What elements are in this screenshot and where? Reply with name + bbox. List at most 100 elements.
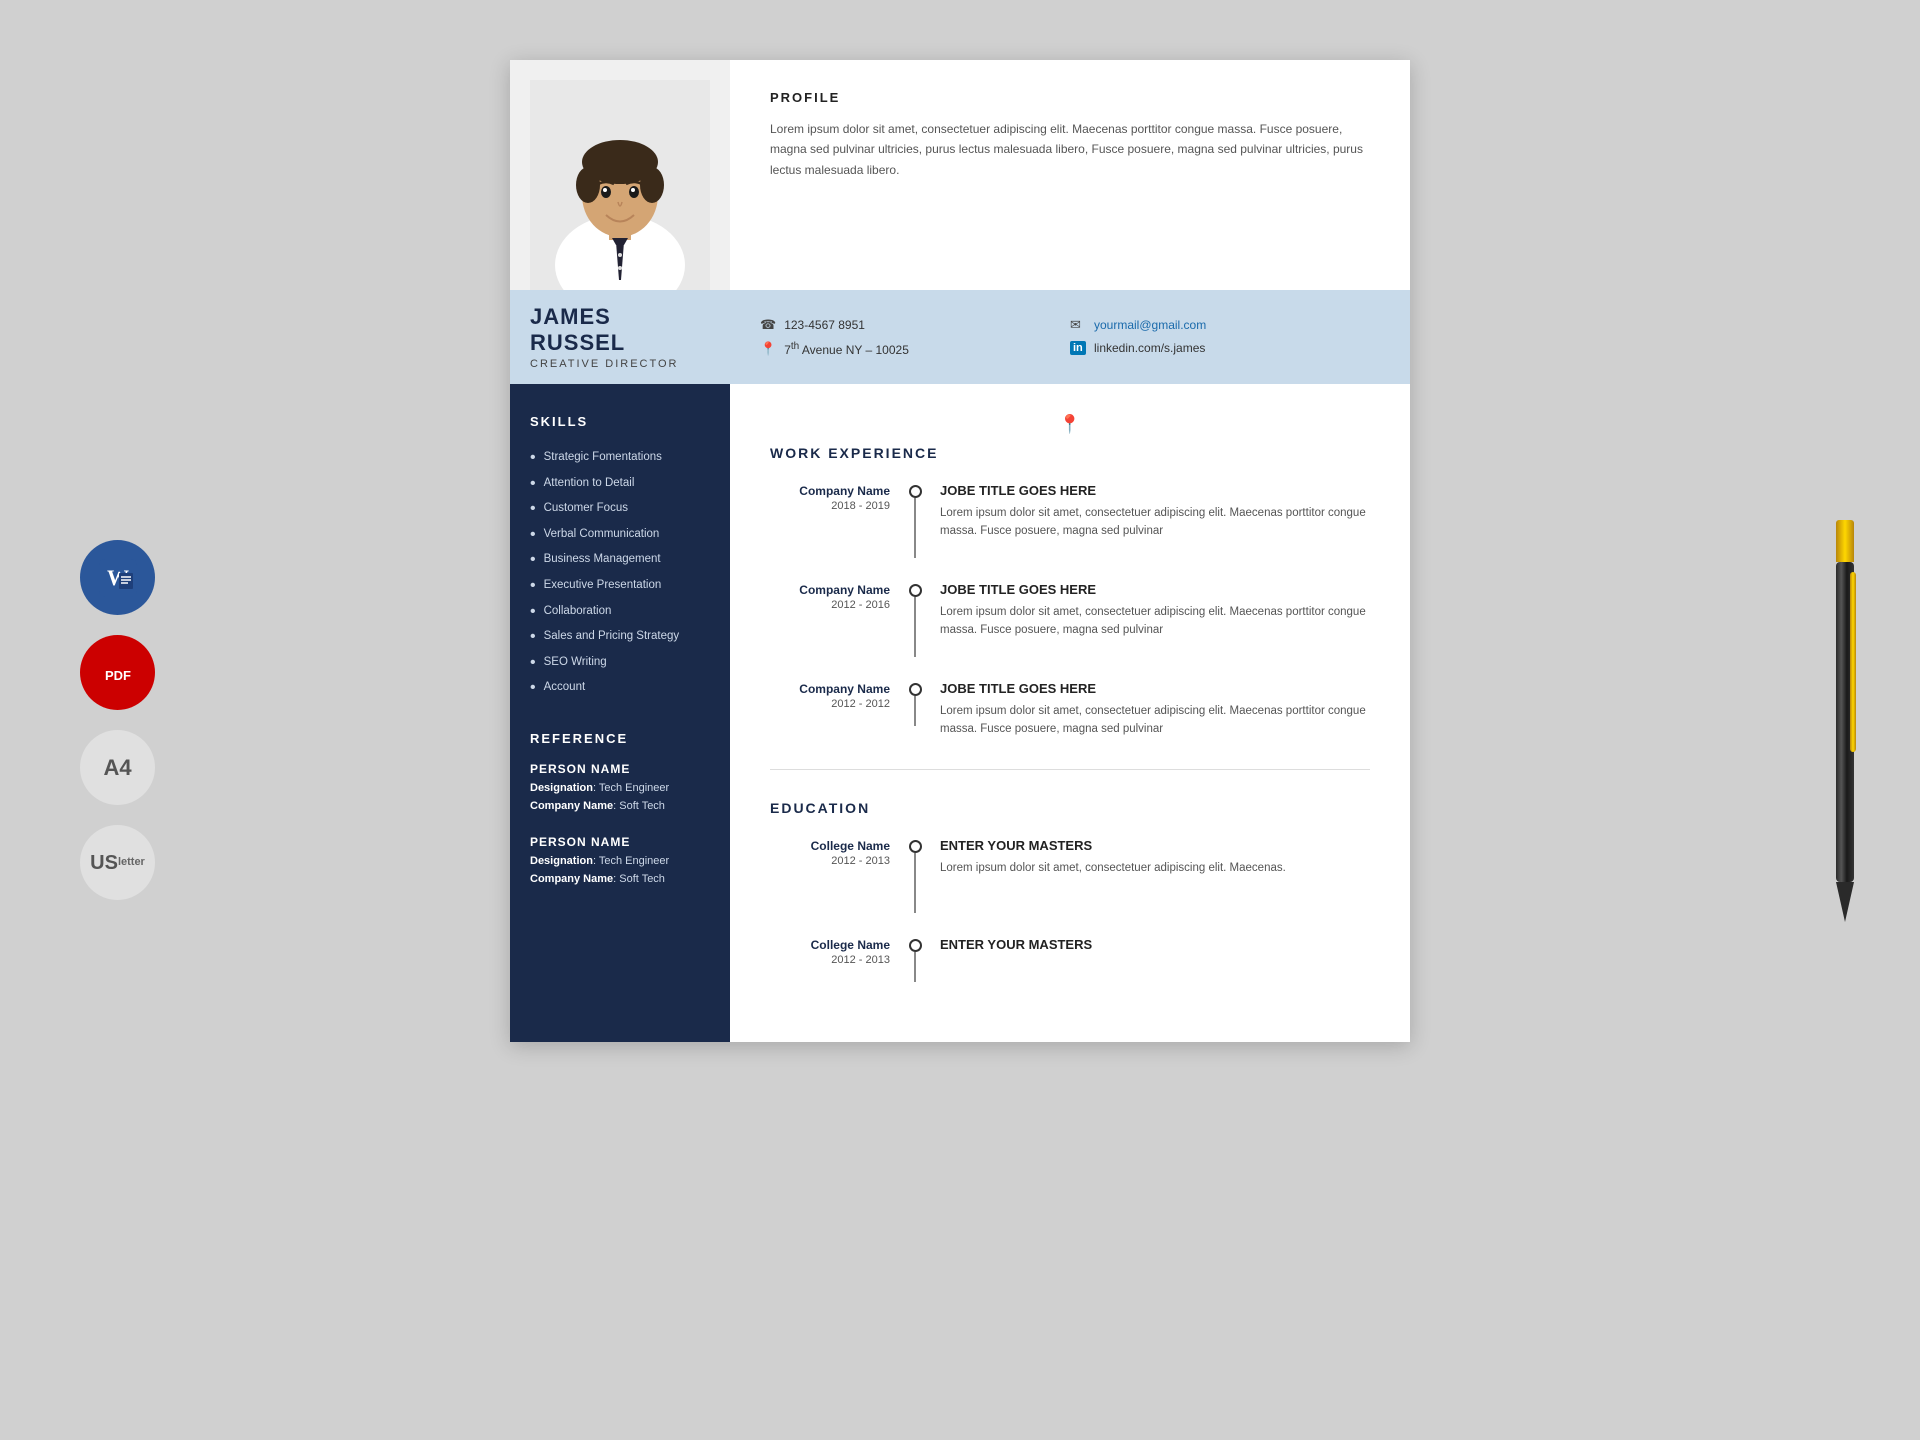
- profile-text: Lorem ipsum dolor sit amet, consectetuer…: [770, 119, 1370, 180]
- reference-title: REFERENCE: [530, 731, 710, 746]
- list-item: • Customer Focus: [530, 496, 710, 522]
- company-name-2: Company Name: [770, 582, 890, 599]
- edu-line-2: [914, 952, 916, 982]
- job-title-3: JOBE TITLE GOES HERE: [940, 681, 1370, 696]
- pdf-icon[interactable]: PDF: [80, 635, 155, 710]
- bullet-icon: •: [530, 603, 536, 621]
- us-label: US: [90, 851, 118, 875]
- company-years-3: 2012 - 2012: [770, 698, 890, 710]
- college-years-2: 2012 - 2013: [770, 954, 890, 966]
- reference-person-1: PERSON NAME Designation: Tech Engineer C…: [530, 762, 710, 815]
- linkedin-url: linkedin.com/s.james: [1094, 341, 1205, 355]
- a4-label: A4: [103, 755, 131, 781]
- work-left-3: Company Name 2012 - 2012: [770, 681, 900, 710]
- timeline-line-2: [914, 597, 916, 657]
- section-divider: [770, 769, 1370, 770]
- job-title: CREATIVE DIRECTOR: [530, 358, 710, 370]
- resume-header: PROFILE Lorem ipsum dolor sit amet, cons…: [510, 60, 1410, 290]
- bullet-icon: •: [530, 526, 536, 544]
- work-item-2: Company Name 2012 - 2016 JOBE TITLE GOES…: [770, 582, 1370, 657]
- side-format-icons: W PDF A4 US letter: [80, 540, 155, 900]
- job-desc-2: Lorem ipsum dolor sit amet, consectetuer…: [940, 603, 1370, 640]
- us-letter-icon[interactable]: US letter: [80, 825, 155, 900]
- degree-2: ENTER YOUR MASTERS: [940, 937, 1370, 952]
- map-pin-container: 📍: [770, 414, 1370, 435]
- list-item: •SEO Writing: [530, 650, 710, 676]
- name-bar: JAMES RUSSEL CREATIVE DIRECTOR ☎ 123-456…: [510, 290, 1410, 384]
- bullet-icon: •: [530, 654, 536, 672]
- edu-item-2: College Name 2012 - 2013 ENTER YOUR MAST…: [770, 937, 1370, 982]
- svg-text:PDF: PDF: [105, 668, 131, 683]
- bullet-icon: •: [530, 500, 536, 518]
- linkedin-icon: in: [1070, 341, 1086, 355]
- resume-body: SKILLS •Strategic Fomentations •Attentio…: [510, 384, 1410, 1042]
- ref-designation-label-1: Designation: [530, 782, 593, 794]
- timeline-dot-2: [909, 584, 922, 597]
- college-name-1: College Name: [770, 838, 890, 855]
- work-right-1: JOBE TITLE GOES HERE Lorem ipsum dolor s…: [930, 483, 1370, 541]
- skill-text: Attention to Detail: [544, 475, 635, 492]
- skill-text: Strategic Fomentations: [544, 449, 662, 466]
- bullet-icon: •: [530, 475, 536, 493]
- letter-label: letter: [118, 856, 145, 869]
- ref-company-label-2: Company Name: [530, 873, 613, 885]
- profile-section: PROFILE Lorem ipsum dolor sit amet, cons…: [730, 60, 1410, 290]
- edu-item-1: College Name 2012 - 2013 ENTER YOUR MAST…: [770, 838, 1370, 913]
- bullet-icon: •: [530, 628, 536, 646]
- ref-name-1: PERSON NAME: [530, 762, 710, 776]
- bullet-icon: •: [530, 449, 536, 467]
- job-title-1: JOBE TITLE GOES HERE: [940, 483, 1370, 498]
- main-content: 📍 WORK EXPERIENCE Company Name 2018 - 20…: [730, 384, 1410, 1042]
- address-text: 7th Avenue NY – 10025: [784, 341, 909, 357]
- linkedin-contact: in linkedin.com/s.james: [1070, 341, 1380, 355]
- work-item-3: Company Name 2012 - 2012 JOBE TITLE GOES…: [770, 681, 1370, 739]
- skill-text: Collaboration: [544, 603, 612, 620]
- work-experience-timeline: Company Name 2018 - 2019 JOBE TITLE GOES…: [770, 483, 1370, 739]
- skill-text: Customer Focus: [544, 500, 628, 517]
- work-experience-title: WORK EXPERIENCE: [770, 445, 1370, 461]
- timeline-connector-1: [900, 483, 930, 558]
- ref-designation-1: Designation: Tech Engineer: [530, 780, 710, 798]
- sidebar: SKILLS •Strategic Fomentations •Attentio…: [510, 384, 730, 1042]
- phone-contact: ☎ 123-4567 8951: [760, 317, 1070, 333]
- education-timeline: College Name 2012 - 2013 ENTER YOUR MAST…: [770, 838, 1370, 982]
- job-desc-1: Lorem ipsum dolor sit amet, consectetuer…: [940, 504, 1370, 541]
- timeline-dot-3: [909, 683, 922, 696]
- a4-icon[interactable]: A4: [80, 730, 155, 805]
- ref-company-1: Company Name: Soft Tech: [530, 798, 710, 816]
- company-years-2: 2012 - 2016: [770, 599, 890, 611]
- word-icon[interactable]: W: [80, 540, 155, 615]
- ref-company-2: Company Name: Soft Tech: [530, 871, 710, 889]
- full-name: JAMES RUSSEL: [530, 304, 710, 356]
- address-icon: 📍: [760, 341, 776, 357]
- bullet-icon: •: [530, 679, 536, 697]
- email-contact: ✉ yourmail@gmail.com: [1070, 317, 1380, 333]
- edu-right-2: ENTER YOUR MASTERS: [930, 937, 1370, 958]
- pen-decoration: [1830, 520, 1860, 920]
- college-years-1: 2012 - 2013: [770, 855, 890, 867]
- work-left-1: Company Name 2018 - 2019: [770, 483, 900, 512]
- work-left-2: Company Name 2012 - 2016: [770, 582, 900, 611]
- ref-designation-label-2: Designation: [530, 855, 593, 867]
- skills-list: • Strategic Fomentations • Attention to De…: [530, 445, 710, 701]
- timeline-dot-1: [909, 485, 922, 498]
- bullet-icon: •: [530, 577, 536, 595]
- skill-text: Sales and Pricing Strategy: [544, 628, 680, 645]
- list-item: • Sales and Pricing Strategy: [530, 624, 710, 650]
- edu-left-1: College Name 2012 - 2013: [770, 838, 900, 867]
- list-item: •Business Management: [530, 547, 710, 573]
- company-name-3: Company Name: [770, 681, 890, 698]
- email-link[interactable]: yourmail@gmail.com: [1094, 318, 1206, 332]
- edu-desc-1: Lorem ipsum dolor sit amet, consectetuer…: [940, 859, 1370, 877]
- list-item: •Verbal Communication: [530, 522, 710, 548]
- skill-text: Executive Presentation: [544, 577, 662, 594]
- contact-section: ☎ 123-4567 8951 📍 7th Avenue NY – 10025 …: [730, 307, 1410, 367]
- reference-section: REFERENCE PERSON NAME Designation: Tech …: [530, 731, 710, 888]
- list-item: • Attention to Detail: [530, 471, 710, 497]
- contact-col-left: ☎ 123-4567 8951 📍 7th Avenue NY – 10025: [760, 317, 1070, 357]
- profile-photo: [510, 60, 730, 290]
- ref-name-2: PERSON NAME: [530, 835, 710, 849]
- education-section: EDUCATION College Name 2012 - 2013: [770, 800, 1370, 982]
- name-section: JAMES RUSSEL CREATIVE DIRECTOR: [510, 290, 730, 384]
- list-item: • Collaboration: [530, 599, 710, 625]
